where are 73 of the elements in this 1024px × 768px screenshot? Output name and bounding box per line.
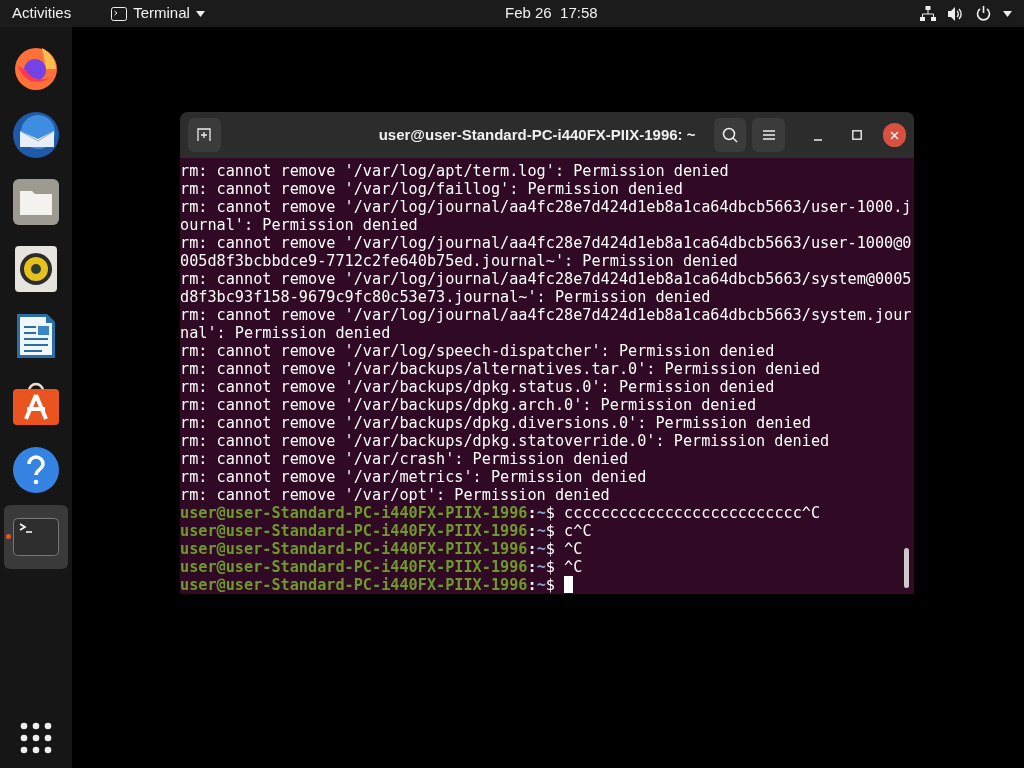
prompt-path: ~	[536, 504, 546, 522]
caret-icon[interactable]	[1003, 10, 1012, 17]
power-icon[interactable]	[976, 6, 991, 21]
terminal-output-line: rm: cannot remove '/var/backups/dpkg.arch.0': Permission denied	[180, 396, 758, 414]
scrollbar-thumb[interactable]	[904, 548, 909, 588]
terminal-output-line: rm: cannot remove '/var/log/journal/aa4fc28e7d424d1eb8a1ca64dbcb5663/user-1000.j	[180, 198, 913, 216]
terminal-output-line: rm: cannot remove '/var/metrics': Permission denied	[180, 468, 648, 486]
terminal-output-line: rm: cannot remove '/var/log/speech-dispatcher': Permission denied	[180, 342, 776, 360]
prompt-path: ~	[536, 540, 546, 558]
terminal-output-line: rm: cannot remove '/var/backups/dpkg.diversions.0': Permission denied	[180, 414, 812, 432]
terminal-output-line: d8f3bc93f158-9679c9fc80c53e73.journal~': Permission denied	[180, 288, 712, 306]
search-button[interactable]	[713, 118, 747, 152]
prompt-sign: $	[545, 558, 555, 576]
close-button[interactable]	[882, 123, 907, 147]
document-icon	[16, 313, 56, 359]
envelope-globe-icon	[12, 111, 60, 159]
command-text: c^C	[564, 522, 592, 540]
prompt-separator: :	[527, 522, 537, 540]
new-tab-button[interactable]	[188, 118, 221, 152]
volume-icon[interactable]	[948, 6, 964, 21]
prompt-separator: :	[527, 558, 537, 576]
running-indicator	[6, 534, 11, 539]
terminal-output-line: rm: cannot remove '/var/opt': Permission denied	[180, 486, 611, 504]
network-icon[interactable]	[920, 6, 936, 21]
terminal-icon	[13, 518, 59, 556]
prompt-separator: :	[527, 504, 537, 522]
shopping-bag-icon	[13, 381, 59, 425]
prompt-user-host: user@user-Standard-PC-i440FX-PIIX-1996	[180, 504, 528, 522]
prompt-separator: :	[527, 540, 537, 558]
minimize-icon	[814, 139, 823, 141]
prompt-user-host: user@user-Standard-PC-i440FX-PIIX-1996	[180, 576, 528, 594]
terminal-output-line: nal': Permission denied	[180, 324, 392, 342]
activities-button[interactable]: Activities	[12, 2, 72, 25]
prompt-sign: $	[545, 522, 555, 540]
terminal-output-line: rm: cannot remove '/var/backups/alternatives.tar.0': Permission denied	[180, 360, 822, 378]
terminal-output-line: rm: cannot remove '/var/log/journal/aa4fc28e7d424d1eb8a1ca64dbcb5663/user-1000@0	[180, 234, 913, 252]
folder-icon	[13, 179, 59, 225]
prompt-user-host: user@user-Standard-PC-i440FX-PIIX-1996	[180, 540, 528, 558]
terminal-output-line: rm: cannot remove '/var/backups/dpkg.status.0': Permission denied	[180, 378, 776, 396]
terminal-output-line: rm: cannot remove '/var/crash': Permission denied	[180, 450, 630, 468]
prompt-sign: $	[545, 576, 555, 594]
caret-icon	[195, 10, 205, 17]
clock[interactable]: Feb 26 17:58	[505, 2, 598, 25]
prompt-sign: $	[545, 540, 555, 558]
menu-button[interactable]	[752, 118, 785, 152]
maximize-icon	[852, 130, 863, 140]
search-icon	[721, 127, 738, 143]
prompt-separator: :	[527, 576, 537, 594]
terminal-output-line: ournal': Permission denied	[180, 216, 419, 234]
terminal-output-line: rm: cannot remove '/var/log/faillog': Permission denied	[180, 180, 684, 198]
prompt-user-host: user@user-Standard-PC-i440FX-PIIX-1996	[180, 522, 528, 540]
app-menu[interactable]: Terminal	[111, 2, 205, 25]
terminal-output-line: rm: cannot remove '/var/log/journal/aa4fc28e7d424d1eb8a1ca64dbcb5663/system.jour	[180, 306, 913, 324]
prompt-path: ~	[536, 558, 546, 576]
terminal-output-line: rm: cannot remove '/var/log/apt/term.log': Permission denied	[180, 162, 730, 180]
app-grid-icon[interactable]	[20, 722, 52, 754]
terminal-output-line: rm: cannot remove '/var/log/journal/aa4fc28e7d424d1eb8a1ca64dbcb5663/system@0005	[180, 270, 913, 288]
close-icon	[890, 130, 899, 140]
prompt-sign: $	[545, 504, 555, 522]
terminal-output-line: 005d8f3bcbbdce9-7712c2fe640b75ed.journal~': Permission denied	[180, 252, 739, 270]
prompt-path: ~	[536, 576, 546, 594]
command-text: ^C	[564, 540, 583, 558]
new-tab-icon	[197, 128, 212, 142]
prompt-path: ~	[536, 522, 546, 540]
command-text: cccccccccccccccccccccccccc^C	[564, 504, 821, 522]
terminal-output-line: rm: cannot remove '/var/backups/dpkg.statoverride.0': Permission denied	[180, 432, 831, 450]
terminal-icon	[111, 6, 128, 21]
speaker-icon	[15, 246, 57, 292]
prompt-user-host: user@user-Standard-PC-i440FX-PIIX-1996	[180, 558, 528, 576]
question-mark-icon	[12, 446, 60, 494]
menu-icon	[762, 130, 775, 140]
command-text: ^C	[564, 558, 583, 576]
window-title: user@user-Standard-PC-i440FX-PIIX-1996: ~	[378, 124, 696, 145]
